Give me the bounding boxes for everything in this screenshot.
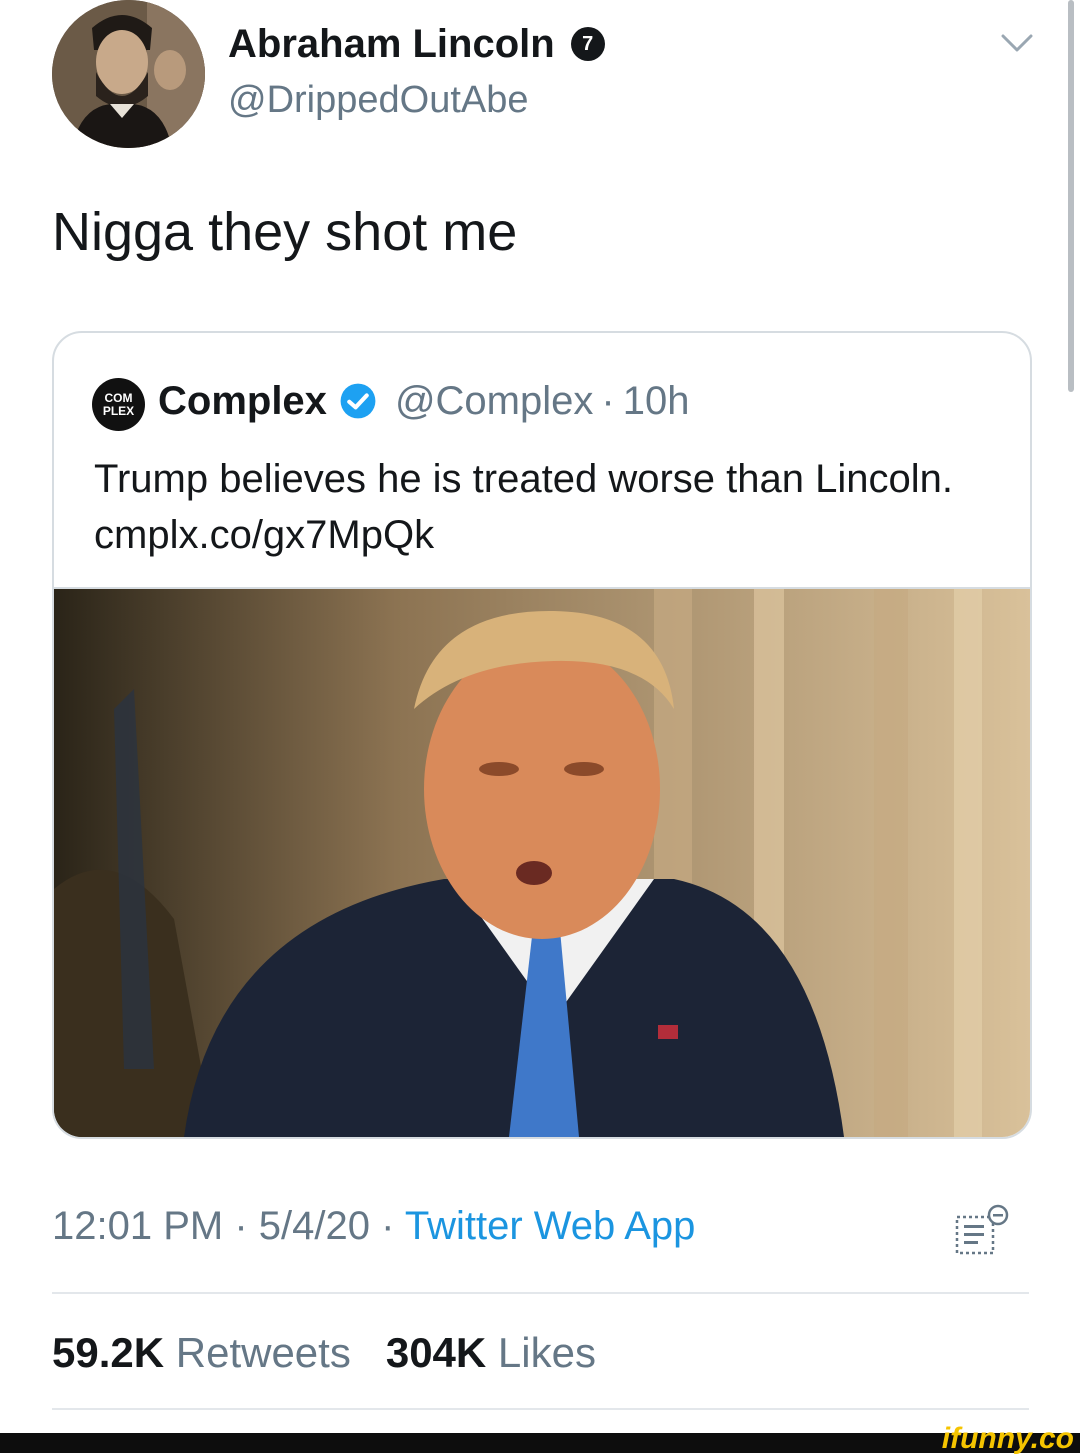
- quote-avatar[interactable]: COM PLEX: [92, 378, 145, 431]
- quote-header: Complex @Complex · 10h: [158, 375, 689, 427]
- tweet-time: 12:01 PM: [52, 1204, 224, 1248]
- author-badge: 7: [570, 27, 605, 61]
- author-handle[interactable]: @DrippedOutAbe: [228, 76, 529, 124]
- divider: [52, 1292, 1029, 1294]
- divider: [52, 1408, 1029, 1410]
- quote-time[interactable]: 10h: [623, 375, 690, 427]
- retweets-stat[interactable]: 59.2K Retweets: [52, 1329, 363, 1376]
- tweet-date: 5/4/20: [258, 1204, 371, 1248]
- likes-stat[interactable]: 304K Likes: [386, 1329, 596, 1376]
- quoted-tweet[interactable]: COM PLEX Complex @Complex · 10h Trump be…: [52, 331, 1032, 1139]
- tweet-source-link[interactable]: Twitter Web App: [405, 1204, 696, 1248]
- author-avatar[interactable]: [52, 0, 205, 148]
- quote-name[interactable]: Complex: [158, 375, 327, 427]
- quote-media-image[interactable]: [54, 587, 1030, 1137]
- meta-separator: ·: [381, 1204, 395, 1248]
- verified-icon: [340, 383, 376, 419]
- tweet-text: Nigga they shot me: [52, 202, 518, 262]
- author-name[interactable]: Abraham Lincoln 7: [228, 18, 605, 70]
- watermark-bar: [0, 1433, 1080, 1453]
- watermark-logo: ifunny.co: [941, 1422, 1074, 1455]
- quote-handle[interactable]: @Complex: [395, 375, 593, 427]
- likes-label: Likes: [497, 1329, 596, 1376]
- scrollbar[interactable]: [1068, 0, 1074, 392]
- retweets-label: Retweets: [175, 1329, 351, 1376]
- likes-count: 304K: [385, 1329, 487, 1376]
- tweet-stats: 59.2K Retweets 304K Likes: [52, 1326, 596, 1380]
- author-name-text: Abraham Lincoln: [228, 22, 555, 66]
- analytics-icon[interactable]: [954, 1203, 1010, 1259]
- meta-separator: ·: [234, 1204, 248, 1248]
- chevron-down-icon[interactable]: [999, 28, 1035, 58]
- tweet-meta: 12:01 PM · 5/4/20 · Twitter Web App: [52, 1200, 695, 1252]
- quote-text: Trump believes he is treated worse than …: [94, 457, 953, 557]
- quote-separator: ·: [601, 379, 615, 423]
- retweets-count: 59.2K: [52, 1329, 165, 1376]
